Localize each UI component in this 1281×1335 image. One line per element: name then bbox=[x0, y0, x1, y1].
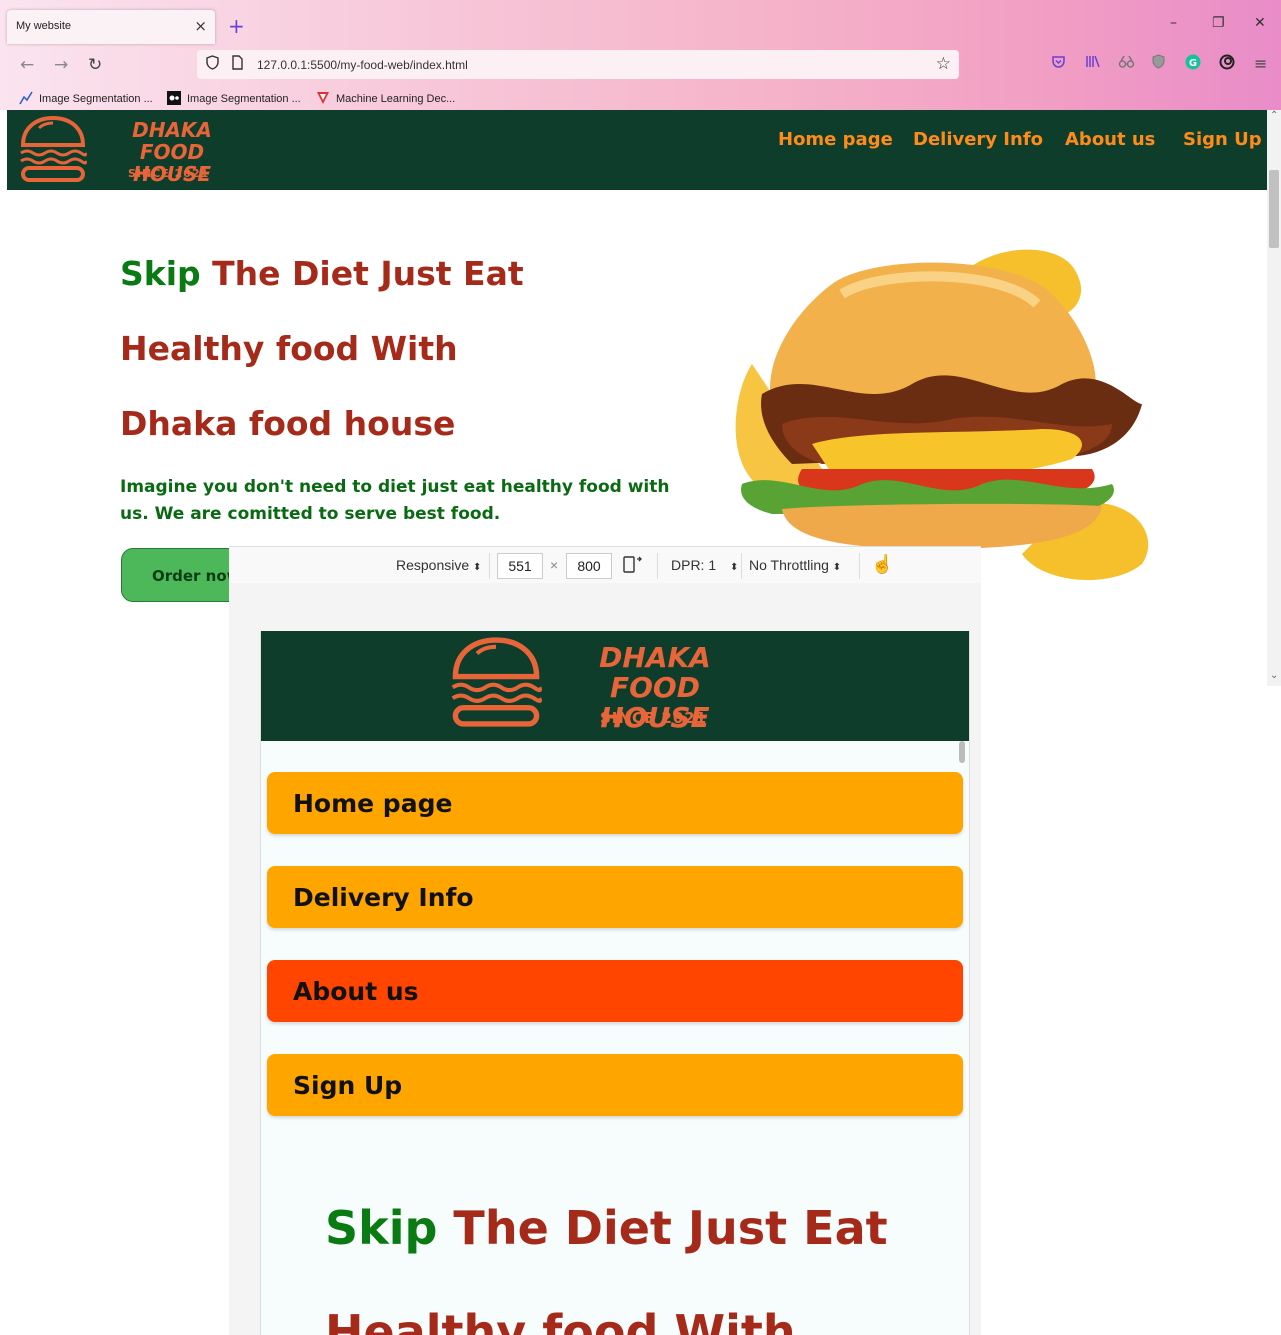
nav-about-us[interactable]: About us bbox=[1065, 129, 1155, 150]
tab-title: My website bbox=[16, 20, 72, 32]
shield-icon[interactable] bbox=[205, 55, 220, 74]
logo-since: SINCE 2021 bbox=[600, 709, 708, 727]
extension-circle-icon[interactable] bbox=[1219, 54, 1235, 74]
library-icon[interactable] bbox=[1085, 54, 1101, 73]
hero-heading-rest: The Diet Just Eat bbox=[437, 1201, 888, 1255]
extension-shield-icon[interactable] bbox=[1151, 54, 1166, 73]
hero-paragraph: Imagine you don't need to diet just eat … bbox=[120, 477, 670, 524]
grammarly-icon[interactable]: G bbox=[1185, 54, 1201, 74]
mobile-menu-delivery-info[interactable]: Delivery Info bbox=[267, 866, 963, 928]
close-window-icon[interactable]: ✕ bbox=[1254, 15, 1266, 31]
mobile-menu-label: Sign Up bbox=[293, 1071, 403, 1100]
scroll-down-icon[interactable]: ⌄ bbox=[1270, 670, 1278, 681]
viewport-scroll-thumb[interactable] bbox=[959, 741, 965, 763]
device-selector[interactable]: Responsive ⬍ bbox=[396, 557, 481, 573]
hero-heading-3: Dhaka food house bbox=[120, 404, 456, 443]
v-logo-icon bbox=[317, 92, 329, 104]
nav-sign-up[interactable]: Sign Up bbox=[1183, 129, 1262, 150]
mobile-menu-label: Home page bbox=[293, 789, 453, 818]
browser-chrome: My website × + – ❐ ✕ ← → ↻ 127.0.0.1:550… bbox=[0, 0, 1281, 110]
hero-heading-1: Skip The Diet Just Eat bbox=[120, 254, 524, 293]
dpr-selector[interactable]: DPR: 1 ⬍ bbox=[671, 557, 738, 573]
scroll-thumb[interactable] bbox=[1269, 170, 1279, 248]
menu-hamburger-icon[interactable]: ≡ bbox=[1254, 54, 1267, 73]
mobile-menu-home-page[interactable]: Home page bbox=[267, 772, 963, 834]
bookmark-item[interactable]: Machine Learning Dec... bbox=[316, 91, 455, 105]
bookmark-label: Machine Learning Dec... bbox=[336, 93, 456, 105]
url-bar[interactable]: 127.0.0.1:5500/my-food-web/index.html ☆ bbox=[197, 50, 959, 79]
pocket-icon[interactable] bbox=[1051, 54, 1066, 73]
throttling-label: No Throttling bbox=[749, 557, 829, 573]
bookmark-label: Image Segmentation ... bbox=[39, 93, 153, 105]
rotate-icon[interactable] bbox=[623, 555, 643, 576]
page-scrollbar[interactable]: ⌃ ⌄ bbox=[1267, 110, 1281, 686]
svg-text:G: G bbox=[1189, 58, 1197, 69]
bookmark-item[interactable]: Image Segmentation ... bbox=[167, 91, 301, 105]
nav-delivery-info[interactable]: Delivery Info bbox=[913, 129, 1043, 150]
dpr-label: DPR: 1 bbox=[671, 557, 717, 573]
minimize-icon[interactable]: – bbox=[1170, 15, 1177, 31]
updown-icon: ⬍ bbox=[832, 562, 842, 573]
scroll-up-icon[interactable]: ⌃ bbox=[1270, 110, 1278, 121]
order-now-label: Order now bbox=[152, 567, 241, 585]
logo-since: SINCE 2021 bbox=[128, 167, 210, 180]
forward-icon[interactable]: → bbox=[54, 55, 68, 75]
touch-simulation-icon[interactable]: ☝ bbox=[871, 554, 893, 575]
device-label: Responsive bbox=[396, 557, 470, 573]
toolbar-separator bbox=[741, 553, 742, 579]
bookmarks-bar: Image Segmentation ... Image Segmentatio… bbox=[0, 86, 1281, 110]
mobile-menu-sign-up[interactable]: Sign Up bbox=[267, 1054, 963, 1116]
chart-line-icon bbox=[19, 91, 33, 105]
burger-image bbox=[735, 249, 1149, 581]
navigation-toolbar: ← → ↻ 127.0.0.1:5500/my-food-web/index.h… bbox=[0, 46, 1281, 84]
burger-logo-icon bbox=[20, 115, 87, 182]
page-icon bbox=[231, 55, 244, 74]
toolbar-separator bbox=[859, 553, 860, 579]
updown-icon: ⬍ bbox=[730, 562, 739, 573]
hero-heading-green: Skip bbox=[120, 254, 201, 293]
mobile-menu-label: About us bbox=[293, 977, 419, 1006]
mobile-menu-label: Delivery Info bbox=[293, 883, 474, 912]
mobile-hero-heading-2: Healthy food With bbox=[325, 1305, 796, 1335]
updown-icon: ⬍ bbox=[473, 562, 482, 573]
responsive-toolbar: Responsive ⬍ 551 × 800 DPR: 1 ⬍ No Throt… bbox=[229, 546, 981, 585]
tab-my-website[interactable]: My website × bbox=[7, 10, 215, 44]
throttling-selector[interactable]: No Throttling ⬍ bbox=[749, 557, 841, 573]
site-header: DHAKA FOOD HOUSE SINCE 2021 Home page De… bbox=[7, 110, 1267, 190]
mobile-hero-heading-1: Skip The Diet Just Eat bbox=[325, 1201, 888, 1255]
logo-line1: DHAKA FOOD bbox=[599, 641, 711, 704]
mobile-header: DHAKA FOOD HOUSE SINCE 2021 bbox=[261, 631, 969, 741]
burger-logo-icon bbox=[451, 637, 542, 727]
viewport-width-input[interactable]: 551 bbox=[497, 553, 543, 579]
toolbar-separator bbox=[489, 553, 490, 579]
logo-line1: DHAKA FOOD bbox=[132, 118, 212, 164]
toolbar-separator bbox=[657, 553, 658, 579]
medium-logo-icon bbox=[167, 91, 181, 105]
device-viewport: DHAKA FOOD HOUSE SINCE 2021 Home page De… bbox=[260, 631, 970, 1335]
url-text: 127.0.0.1:5500/my-food-web/index.html bbox=[257, 58, 468, 72]
bookmark-label: Image Segmentation ... bbox=[187, 93, 301, 105]
extension-glasses-icon[interactable] bbox=[1118, 54, 1135, 73]
bookmark-star-icon[interactable]: ☆ bbox=[936, 54, 951, 74]
tab-strip: My website × + – ❐ ✕ bbox=[0, 5, 1281, 46]
new-tab-icon[interactable]: + bbox=[228, 14, 245, 38]
hero-heading-2: Healthy food With bbox=[120, 329, 458, 368]
hero-heading-green: Skip bbox=[325, 1201, 438, 1255]
hero-heading-rest: The Diet Just Eat bbox=[200, 254, 524, 293]
tab-close-icon[interactable]: × bbox=[194, 17, 207, 35]
viewport-height-input[interactable]: 800 bbox=[566, 553, 612, 579]
nav-home-page[interactable]: Home page bbox=[778, 129, 893, 150]
restore-icon[interactable]: ❐ bbox=[1212, 15, 1225, 31]
back-icon[interactable]: ← bbox=[20, 55, 34, 75]
mobile-menu-about-us[interactable]: About us bbox=[267, 960, 963, 1022]
reload-icon[interactable]: ↻ bbox=[88, 55, 102, 75]
dimension-times: × bbox=[550, 557, 559, 573]
bookmark-item[interactable]: Image Segmentation ... bbox=[19, 91, 153, 105]
